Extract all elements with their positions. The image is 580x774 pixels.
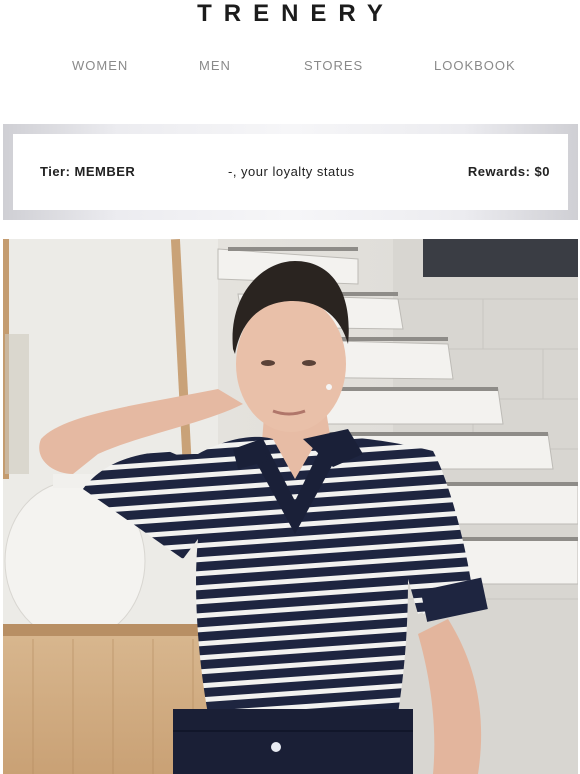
loyalty-panel: Tier: MEMBER -, your loyalty status Rewa… (13, 134, 568, 210)
hero-image[interactable] (3, 239, 578, 774)
nav-item-lookbook[interactable]: LOOKBOOK (434, 58, 516, 74)
nav-item-women[interactable]: WOMEN (72, 58, 128, 74)
nav-item-stores[interactable]: STORES (304, 58, 363, 74)
loyalty-status: -, your loyalty status (228, 164, 355, 179)
loyalty-tier: Tier: MEMBER (40, 164, 136, 179)
hero-illustration (3, 239, 578, 774)
loyalty-banner: Tier: MEMBER -, your loyalty status Rewa… (3, 124, 578, 220)
brand-logo[interactable]: TRENERY (0, 0, 580, 28)
main-nav: WOMEN MEN STORES LOOKBOOK (0, 58, 580, 74)
nav-item-men[interactable]: MEN (199, 58, 231, 74)
loyalty-rewards: Rewards: $0 (467, 164, 550, 179)
